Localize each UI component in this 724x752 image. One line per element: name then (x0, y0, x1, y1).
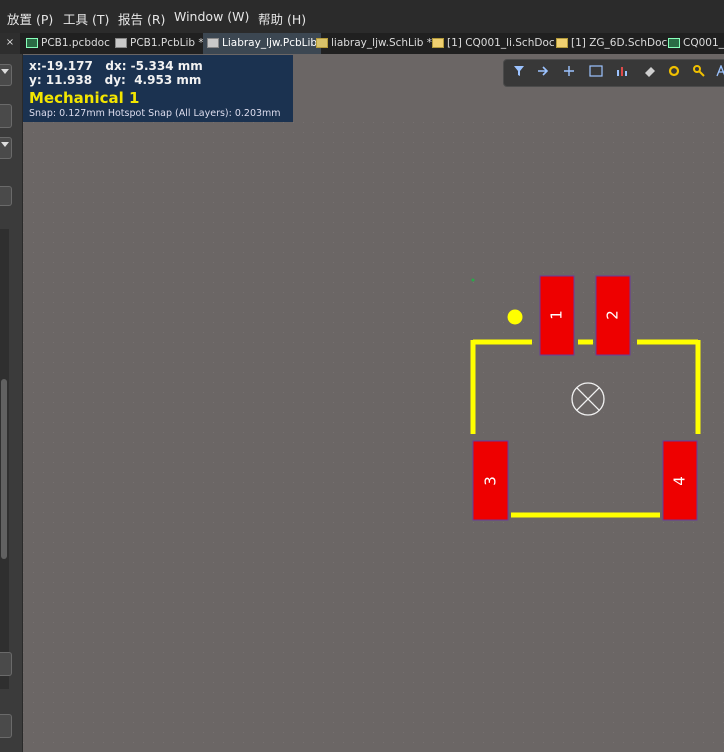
select-rect-icon[interactable] (586, 64, 606, 82)
document-tab-bar: × PCB1.pcbdoc PCB1.PcbLib * Liabray_ljw.… (0, 33, 724, 54)
menu-tools[interactable]: 工具 (T) (63, 9, 109, 28)
pad-label: 2 (604, 310, 622, 320)
via-icon[interactable] (664, 64, 684, 82)
tab-pcb1-pcblib[interactable]: PCB1.PcbLib * (115, 33, 204, 54)
pcb-lib-icon (207, 38, 219, 48)
tab-pcb1-pcbdoc[interactable]: PCB1.pcbdoc (26, 33, 110, 54)
pin1-marker (507, 309, 523, 325)
snap-info: Snap: 0.127mm Hotspot Snap (All Layers):… (29, 108, 281, 119)
chart-icon[interactable] (612, 64, 632, 82)
close-tab-icon[interactable]: × (0, 33, 20, 54)
panel-field[interactable] (0, 186, 12, 206)
route-icon[interactable] (534, 64, 554, 82)
panel-field[interactable] (0, 714, 12, 738)
heads-up-display: x:-19.177 dx: -5.334 mm y: 11.938 dy: 4.… (23, 55, 293, 122)
menu-reports[interactable]: 报告 (R) (118, 9, 165, 28)
tab-liabray-schlib[interactable]: liabray_ljw.SchLib * (316, 33, 432, 54)
current-layer-label: Mechanical 1 (29, 89, 140, 107)
origin-marker (471, 278, 475, 282)
tab-label: [1] CQ001_li.SchDoc (447, 37, 555, 49)
footprint-drawing: 1 2 3 4 (23, 122, 724, 752)
pcb-doc-icon (668, 38, 680, 48)
tab-zg6d-schdoc[interactable]: [1] ZG_6D.SchDoc (556, 33, 667, 54)
folder-icon (432, 38, 444, 48)
sch-lib-icon (316, 38, 328, 48)
tab-label: Liabray_ljw.PcbLib (222, 37, 318, 49)
eraser-icon[interactable] (640, 64, 660, 82)
pad-3[interactable]: 3 (472, 440, 509, 521)
menu-place[interactable]: 放置 (P) (7, 9, 53, 28)
tab-cq001-schdoc[interactable]: [1] CQ001_li.SchDoc (432, 33, 555, 54)
menu-window[interactable]: Window (W) (174, 9, 249, 24)
tab-cq001-pcb[interactable]: CQ001_ (668, 33, 724, 54)
scrollbar-thumb[interactable] (1, 379, 7, 559)
pin-icon[interactable] (689, 64, 709, 82)
left-panel-strip (0, 54, 23, 752)
panel-field[interactable] (0, 104, 12, 128)
grid-background (23, 122, 724, 752)
tab-label: PCB1.PcbLib * (130, 37, 204, 49)
pad-label: 3 (482, 476, 500, 486)
menu-help[interactable]: 帮助 (H) (258, 9, 306, 28)
pad-4[interactable]: 4 (662, 440, 698, 521)
panel-dropdown[interactable] (0, 137, 12, 159)
coord-y-readout: y: 11.938 dy: 4.953 mm (29, 73, 202, 87)
tab-label: CQ001_ (683, 37, 724, 49)
pad-1[interactable]: 1 (539, 275, 575, 356)
pcb-lib-icon (115, 38, 127, 48)
text-icon[interactable] (712, 64, 724, 82)
pcb-doc-icon (26, 38, 38, 48)
active-bar-toolbar (503, 59, 724, 87)
coord-x-readout: x:-19.177 dx: -5.334 mm (29, 59, 203, 73)
pcb-canvas[interactable]: 1 2 3 4 (23, 122, 724, 752)
pad-label: 1 (548, 310, 566, 320)
panel-field[interactable] (0, 652, 12, 676)
panel-scrollbar[interactable] (0, 229, 9, 689)
tab-label: PCB1.pcbdoc (41, 37, 110, 49)
panel-dropdown[interactable] (0, 64, 12, 86)
pad-2[interactable]: 2 (595, 275, 631, 356)
tab-label: liabray_ljw.SchLib * (331, 37, 433, 49)
filter-icon[interactable] (509, 64, 529, 82)
tab-liabray-pcblib[interactable]: Liabray_ljw.PcbLib (203, 33, 322, 54)
folder-icon (556, 38, 568, 48)
plus-icon[interactable] (559, 64, 579, 82)
pad-label: 4 (671, 476, 689, 486)
menu-bar: 放置 (P) 工具 (T) 报告 (R) Window (W) 帮助 (H) (0, 0, 724, 33)
tab-label: [1] ZG_6D.SchDoc (571, 37, 668, 49)
